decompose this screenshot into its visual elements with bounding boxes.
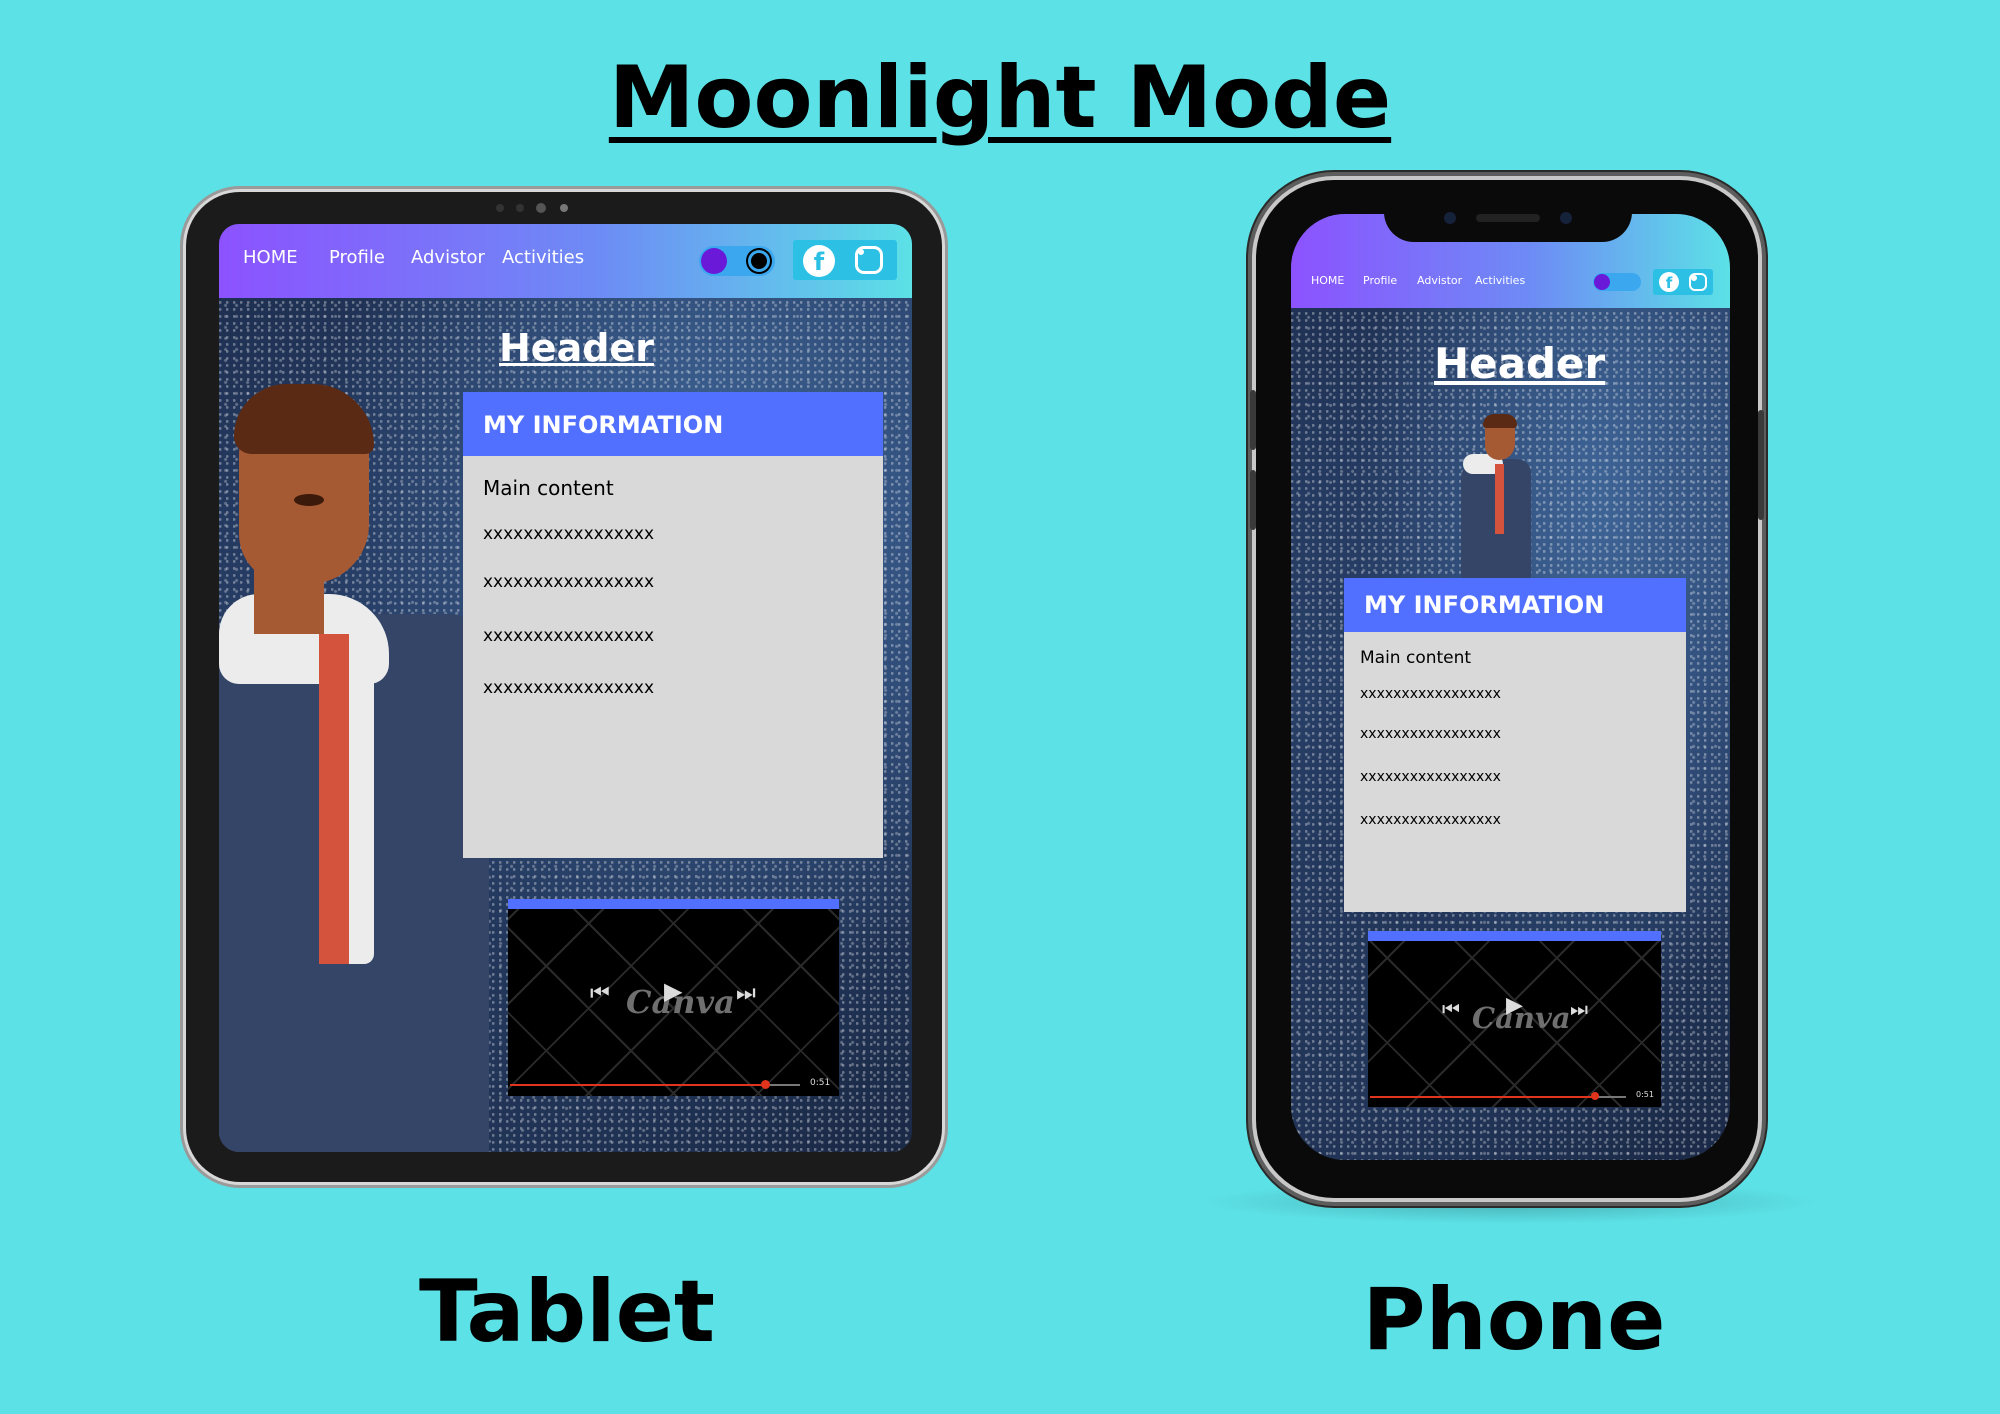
nav-advistor[interactable]: Advistor	[411, 247, 485, 268]
moon-icon	[1594, 274, 1610, 290]
video-scrubber[interactable]	[760, 1080, 770, 1089]
page-title: Moonlight Mode	[608, 48, 1392, 148]
person-illustration	[1461, 414, 1541, 584]
screen-header: Header	[499, 326, 654, 370]
info-line: xxxxxxxxxxxxxxxxx	[1360, 686, 1501, 702]
phone-side-button	[1250, 470, 1256, 530]
social-links: f	[793, 240, 897, 280]
phone-side-button	[1250, 390, 1256, 450]
video-player[interactable]: ⏮ Canva ▶ ⏭ 0:51	[508, 899, 839, 1096]
info-line: xxxxxxxxxxxxxxxxx	[1360, 769, 1501, 785]
info-card-title: MY INFORMATION	[1344, 578, 1686, 632]
moon-icon	[701, 248, 727, 274]
facebook-icon[interactable]: f	[803, 245, 835, 277]
info-line: Main content	[483, 476, 614, 500]
info-line: xxxxxxxxxxxxxxxxx	[1360, 812, 1501, 828]
phone-notch	[1384, 206, 1632, 242]
nav-home[interactable]: HOME	[243, 247, 298, 268]
sun-icon	[751, 253, 767, 269]
instagram-icon[interactable]	[855, 246, 883, 274]
nav-home[interactable]: HOME	[1311, 274, 1344, 287]
next-icon[interactable]: ⏭	[736, 981, 756, 1006]
facebook-icon[interactable]: f	[1659, 272, 1679, 292]
info-card-title: MY INFORMATION	[463, 392, 883, 456]
info-line: xxxxxxxxxxxxxxxxx	[483, 678, 655, 698]
video-progress	[510, 1084, 766, 1086]
instagram-icon[interactable]	[1689, 273, 1707, 291]
tablet-camera	[490, 200, 590, 216]
moonlight-toggle[interactable]	[1593, 273, 1641, 291]
info-line: xxxxxxxxxxxxxxxxx	[483, 524, 655, 544]
video-top-bar	[508, 899, 839, 909]
nav-activities[interactable]: Activities	[1475, 274, 1525, 287]
nav-profile[interactable]: Profile	[1363, 274, 1397, 287]
nav-bar: HOME Profile Advistor Activities f	[219, 224, 912, 298]
moonlight-toggle[interactable]	[699, 246, 775, 276]
info-line: xxxxxxxxxxxxxxxxx	[483, 626, 655, 646]
info-card: MY INFORMATION Main content xxxxxxxxxxxx…	[463, 392, 883, 858]
nav-activities[interactable]: Activities	[502, 247, 584, 268]
phone-label: Phone	[1362, 1270, 1666, 1370]
info-line: Main content	[1360, 648, 1472, 668]
previous-icon[interactable]: ⏮	[1442, 997, 1460, 1021]
play-icon[interactable]: ▶	[1506, 993, 1523, 1018]
info-line: xxxxxxxxxxxxxxxxx	[1360, 726, 1501, 742]
previous-icon[interactable]: ⏮	[590, 981, 610, 1006]
video-player[interactable]: ⏮ Canva ▶ ⏭ 0:51	[1368, 931, 1661, 1107]
video-time: 0:51	[1636, 1090, 1654, 1099]
phone-screen: HOME Profile Advistor Activities f Heade…	[1291, 214, 1730, 1160]
info-card: MY INFORMATION Main content xxxxxxxxxxxx…	[1344, 578, 1686, 912]
nav-advistor[interactable]: Advistor	[1417, 274, 1462, 287]
play-icon[interactable]: ▶	[664, 977, 682, 1005]
next-icon[interactable]: ⏭	[1570, 997, 1588, 1021]
video-time: 0:51	[810, 1078, 831, 1088]
nav-profile[interactable]: Profile	[329, 247, 385, 268]
video-top-bar	[1368, 931, 1661, 941]
video-progress	[1370, 1096, 1596, 1098]
info-line: xxxxxxxxxxxxxxxxx	[483, 572, 655, 592]
social-links: f	[1653, 269, 1713, 295]
screen-header: Header	[1434, 339, 1606, 388]
tablet-screen: HOME Profile Advistor Activities f Heade…	[219, 224, 912, 1152]
tablet-label: Tablet	[418, 1262, 716, 1362]
phone-power-button	[1758, 410, 1764, 520]
